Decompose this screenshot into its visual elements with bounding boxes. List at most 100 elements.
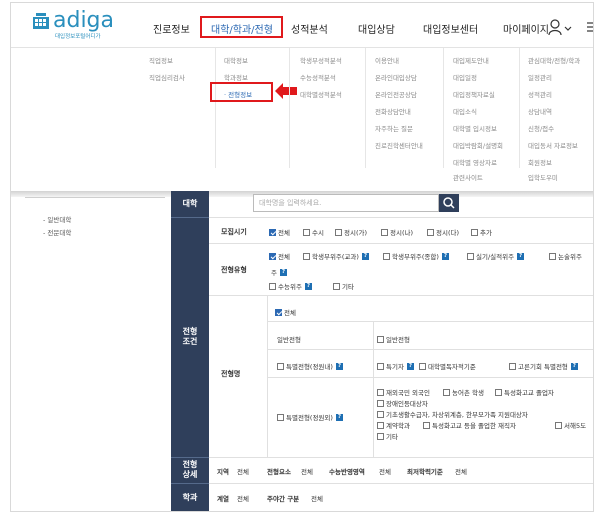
type-practical-checkbox[interactable]: 실기/실적위주?: [467, 251, 525, 261]
menu-item[interactable]: 신청/접수: [528, 123, 554, 133]
search-button[interactable]: [439, 194, 459, 212]
university-search-input[interactable]: 대학명을 입력하세요.: [253, 194, 439, 212]
outside-contract-checkbox[interactable]: 계약학과: [377, 420, 410, 430]
menu-item[interactable]: 전화상담안내: [375, 106, 411, 116]
detail-region-value[interactable]: 전체: [237, 466, 249, 476]
site-logo[interactable]: adiga 대입정보포털어디가: [33, 8, 143, 41]
special-talent-checkbox[interactable]: 특기자?: [377, 361, 414, 371]
help-icon[interactable]: ?: [335, 413, 343, 421]
recruit-jeongsi-ga-checkbox[interactable]: 정시(가): [335, 227, 367, 237]
nav-info-center[interactable]: 대입정보센터: [423, 21, 478, 36]
special-own-criteria-checkbox[interactable]: 대학별독자적기준: [419, 361, 476, 371]
menu-item[interactable]: 대입동서 자료정보: [528, 140, 578, 150]
type-essay-help[interactable]: 주?: [271, 267, 287, 277]
help-icon[interactable]: ?: [279, 268, 287, 276]
type-jonghap-checkbox[interactable]: 학생부위주(종합)?: [383, 251, 449, 261]
menu-item[interactable]: 학생부성적분석: [300, 55, 342, 65]
recruit-jeongsi-na-checkbox[interactable]: 정시(나): [381, 227, 413, 237]
menu-item[interactable]: 직업정보: [149, 55, 173, 65]
sidebar-item-junior-college[interactable]: - 전문대학: [43, 227, 71, 237]
outside-low-income-checkbox[interactable]: 기초생활수급자, 차상위계층, 한부모가족 지원대상자: [377, 409, 528, 419]
help-icon[interactable]: ?: [335, 362, 343, 370]
menu-item[interactable]: 온라인전공상담: [375, 89, 417, 99]
special-outside-checkbox[interactable]: 특별전형(정원외)?: [277, 412, 343, 422]
recruit-all-checkbox[interactable]: 전체: [269, 227, 290, 237]
menu-item[interactable]: 진로진학센터안내: [375, 140, 423, 150]
menu-item[interactable]: 수능성적분석: [300, 72, 336, 82]
nav-mypage[interactable]: 마이페이지: [503, 21, 549, 36]
help-icon[interactable]: ?: [304, 282, 312, 290]
menu-item[interactable]: 대입박람회/설명회: [453, 140, 503, 150]
sidebar-item-general-univ[interactable]: - 일반대학: [43, 214, 71, 224]
checkbox-icon: [269, 252, 276, 260]
menu-item[interactable]: 대학별 입시정보: [453, 123, 497, 133]
outside-disabled-checkbox[interactable]: 장애인등대상자: [377, 398, 428, 408]
help-icon[interactable]: ?: [361, 252, 369, 260]
menu-item[interactable]: 대학별성적분석: [300, 89, 342, 99]
menu-item[interactable]: 관심대학/전형/학과: [528, 55, 580, 65]
header-divider: [171, 483, 209, 484]
dept-field-value[interactable]: 전체: [237, 493, 249, 503]
checkbox-icon: [377, 421, 384, 429]
type-etc-checkbox[interactable]: 기타: [333, 281, 354, 291]
option-label: 학생부위주(종합): [392, 253, 439, 261]
special-equal-opportunity-checkbox[interactable]: 고른기회 특별전형?: [509, 361, 578, 371]
menu-item[interactable]: 입학도우미: [528, 172, 558, 182]
type-gyogwa-checkbox[interactable]: 학생부위주(교과)?: [303, 251, 369, 261]
menu-item[interactable]: 온라인대입상담: [375, 72, 417, 82]
special-inside-checkbox[interactable]: 특별전형(정원내)?: [277, 361, 343, 371]
checkbox-icon: [303, 228, 310, 236]
user-icon[interactable]: [548, 18, 576, 36]
outside-vocational-checkbox[interactable]: 특성화고교 졸업자: [495, 387, 554, 397]
mega-menu: 직업정보 직업심리검사 대학정보 학과정보 · 전형정보 학생부성적분석 수능성…: [11, 47, 593, 192]
menu-item[interactable]: 학과정보: [224, 72, 248, 82]
recruit-jeongsi-da-checkbox[interactable]: 정시(다): [427, 227, 459, 237]
checkbox-icon: [471, 228, 478, 236]
nav-score[interactable]: 성적분석: [291, 21, 328, 36]
menu-item[interactable]: 대학별 영상자료: [453, 157, 497, 167]
type-suneung-checkbox[interactable]: 수능위주?: [269, 281, 312, 291]
menu-item[interactable]: 관련사이트: [453, 172, 483, 182]
hamburger-menu-icon[interactable]: [586, 20, 594, 34]
detail-element-value[interactable]: 전체: [301, 466, 313, 476]
menu-item[interactable]: 이용안내: [375, 55, 399, 65]
menu-item[interactable]: 대입소식: [453, 106, 477, 116]
menu-item[interactable]: 일정관리: [528, 72, 552, 82]
nav-consult[interactable]: 대입상담: [358, 21, 395, 36]
recruit-susi-checkbox[interactable]: 수시: [303, 227, 324, 237]
nav-career[interactable]: 진로정보: [153, 21, 190, 36]
option-label: 장애인등대상자: [386, 400, 428, 408]
outside-employed-checkbox[interactable]: 특성화고교 등을 졸업한 재직자: [423, 420, 516, 430]
outside-seohae-checkbox[interactable]: 서해5도: [555, 420, 586, 430]
recruit-extra-checkbox[interactable]: 추가: [471, 227, 492, 237]
app-window: adiga 대입정보포털어디가 진로정보 대학/학과/전형 성적분석 대입상담 …: [10, 2, 594, 512]
menu-item[interactable]: 직업심리검사: [149, 72, 185, 82]
type-all-checkbox[interactable]: 전체: [269, 251, 290, 261]
dept-daynight-value[interactable]: 전체: [311, 493, 323, 503]
name-all-checkbox[interactable]: 전체: [275, 307, 296, 317]
help-icon[interactable]: ?: [570, 362, 578, 370]
menu-item[interactable]: 자주하는 질문: [375, 123, 413, 133]
menu-item[interactable]: 대학정보: [224, 55, 248, 65]
type-essay-checkbox[interactable]: 논술위주: [549, 251, 582, 261]
detail-minimum-value[interactable]: 전체: [455, 466, 467, 476]
checkbox-icon: [377, 432, 384, 440]
outside-rural-checkbox[interactable]: 농어촌 학생: [443, 387, 484, 397]
menu-item[interactable]: 회원정보: [528, 157, 552, 167]
menu-item[interactable]: 대입제도안내: [453, 55, 489, 65]
row-divider: [209, 483, 593, 484]
help-icon[interactable]: ?: [517, 252, 525, 260]
detail-suneung-value[interactable]: 전체: [379, 466, 391, 476]
menu-item[interactable]: 대입정책자료실: [453, 89, 495, 99]
help-icon[interactable]: ?: [441, 252, 449, 260]
help-icon[interactable]: ?: [406, 362, 414, 370]
menu-item[interactable]: 성적관리: [528, 89, 552, 99]
dept-daynight-key: 주야간 구분: [267, 495, 300, 503]
menu-item[interactable]: 대입일정: [453, 72, 477, 82]
outside-etc-checkbox[interactable]: 기타: [377, 431, 398, 441]
general-right-checkbox[interactable]: 일반전형: [377, 334, 410, 344]
menu-item[interactable]: 상담내역: [528, 106, 552, 116]
outside-foreign-checkbox[interactable]: 재외국민 외국인: [377, 387, 430, 397]
general-left-label: 일반전형: [277, 336, 301, 344]
option-label: 특기자: [386, 363, 404, 371]
